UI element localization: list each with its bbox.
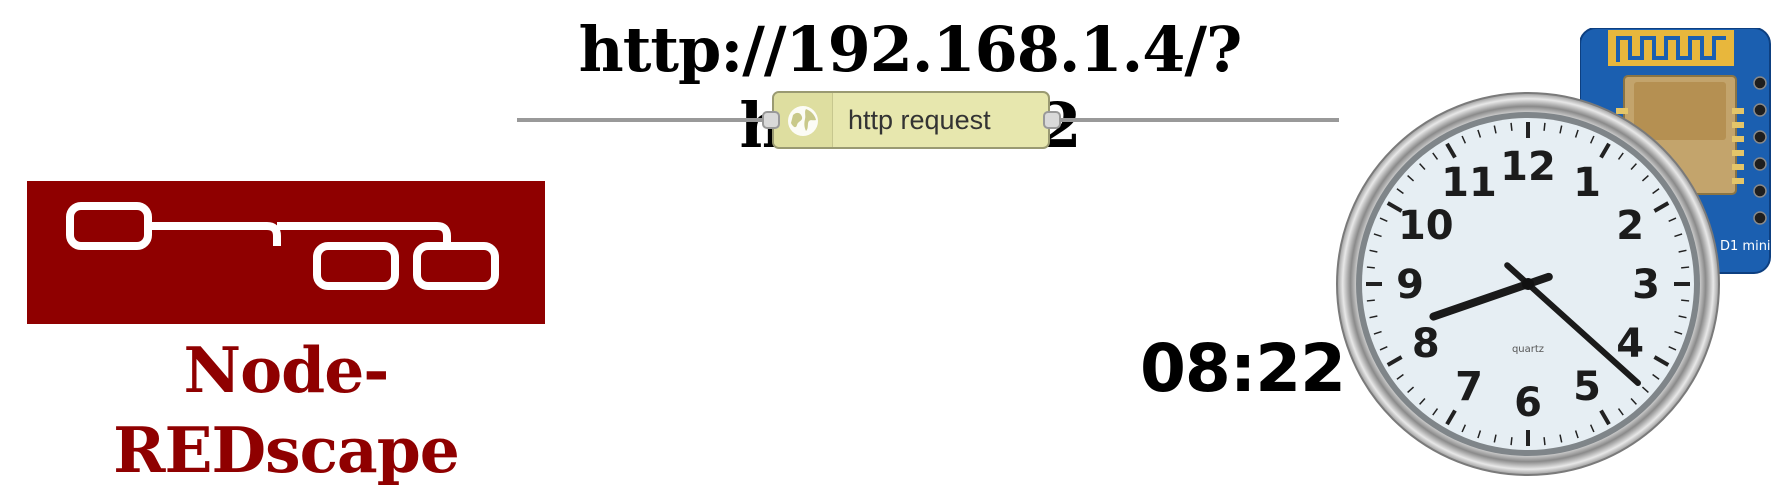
clock-minor-tick xyxy=(1510,437,1513,446)
clock-minor-tick xyxy=(1366,266,1375,269)
node-output-port[interactable] xyxy=(1043,111,1061,129)
time-display: 08:22 xyxy=(1140,330,1346,407)
clock-numeral: 1 xyxy=(1573,160,1601,206)
clock-numeral: 12 xyxy=(1500,144,1556,190)
clock-numeral: 2 xyxy=(1616,203,1644,249)
clock-numeral: 11 xyxy=(1441,160,1497,206)
clock-numeral: 7 xyxy=(1455,364,1483,410)
node-red-logo xyxy=(27,181,545,324)
flow-diagram-logo-icon xyxy=(66,202,499,290)
clock-minor-tick xyxy=(1681,266,1690,269)
input-wire xyxy=(517,118,771,122)
clock-numeral: 6 xyxy=(1514,380,1542,426)
clock-center-pin xyxy=(1522,278,1534,290)
node-label: http request xyxy=(848,104,991,135)
board-name: D1 mini xyxy=(1720,239,1771,254)
node-input-port[interactable] xyxy=(762,111,780,129)
clock-numeral: 9 xyxy=(1396,262,1424,308)
clock-minor-tick xyxy=(1681,299,1690,302)
clock-minor-tick xyxy=(1543,122,1546,131)
clock-minor-tick xyxy=(1543,437,1546,446)
clock-brand: quartz xyxy=(1512,344,1544,355)
clock-numeral: 8 xyxy=(1412,321,1440,367)
logo-wordmark: Node-REDscape xyxy=(113,333,460,487)
clock-numeral: 3 xyxy=(1632,262,1660,308)
clock-minor-tick xyxy=(1510,122,1513,131)
output-wire xyxy=(1056,118,1339,122)
clock-numeral: 5 xyxy=(1573,364,1601,410)
analog-clock: 12 12 3 45678 9 1011 quartz xyxy=(1336,92,1720,476)
http-request-node[interactable]: http request xyxy=(772,91,1050,149)
globe-icon xyxy=(788,106,818,136)
node-icon-area xyxy=(774,93,833,147)
clock-minor-tick xyxy=(1366,299,1375,302)
clock-numeral: 10 xyxy=(1398,203,1454,249)
clock-numeral: 4 xyxy=(1616,321,1644,367)
